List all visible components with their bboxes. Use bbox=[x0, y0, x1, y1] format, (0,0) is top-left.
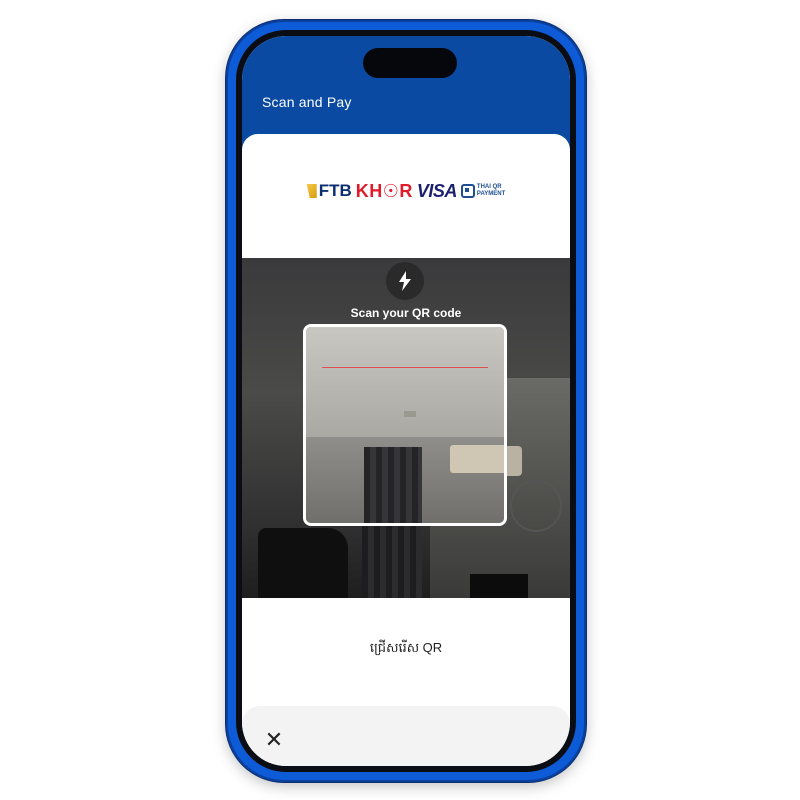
page-title: Scan and Pay bbox=[262, 94, 352, 110]
khqr-logo: KH☉R bbox=[355, 180, 413, 201]
scan-air-conditioner bbox=[450, 445, 504, 473]
select-qr-area: ជ្រើសរើស QR bbox=[242, 598, 570, 706]
phone-frame: Scan and Pay FTB KH☉R VISA THAI QR PAYME… bbox=[226, 20, 586, 782]
bottom-bar: ✕ bbox=[242, 706, 570, 766]
camera-fan bbox=[510, 480, 562, 532]
visa-logo: VISA bbox=[416, 180, 458, 201]
ftb-logo-text: FTB bbox=[318, 181, 352, 200]
qr-scan-frame bbox=[303, 324, 507, 526]
camera-furniture bbox=[258, 528, 348, 598]
scan-ceiling bbox=[306, 327, 504, 442]
camera-preview: Scan your QR code bbox=[242, 258, 570, 598]
thai-qr-icon bbox=[460, 184, 475, 198]
select-qr-button[interactable]: ជ្រើសរើស QR bbox=[242, 640, 570, 659]
ftb-logo: FTB bbox=[306, 181, 352, 201]
close-button[interactable]: ✕ bbox=[262, 728, 286, 752]
scan-instruction: Scan your QR code bbox=[350, 306, 462, 320]
camera-tv bbox=[470, 574, 528, 598]
thai-qr-payment-logo: THAI QR PAYMENT bbox=[460, 184, 505, 198]
scan-vent bbox=[404, 411, 416, 417]
thai-qr-line1: THAI QR bbox=[476, 184, 502, 190]
lightning-icon bbox=[399, 271, 411, 291]
payment-logos: FTB KH☉R VISA THAI QR PAYMENT bbox=[242, 176, 570, 206]
close-icon: ✕ bbox=[264, 727, 284, 752]
scan-line bbox=[322, 367, 488, 368]
flash-toggle-button[interactable] bbox=[386, 262, 424, 300]
scan-curtain bbox=[364, 447, 422, 523]
phone-screen: Scan and Pay FTB KH☉R VISA THAI QR PAYME… bbox=[242, 36, 570, 766]
payment-logos-card: FTB KH☉R VISA THAI QR PAYMENT bbox=[242, 134, 570, 259]
thai-qr-line2: PAYMENT bbox=[476, 191, 506, 197]
thai-qr-text: THAI QR PAYMENT bbox=[477, 184, 505, 198]
dynamic-island bbox=[363, 48, 457, 78]
ftb-mark-icon bbox=[306, 184, 317, 198]
